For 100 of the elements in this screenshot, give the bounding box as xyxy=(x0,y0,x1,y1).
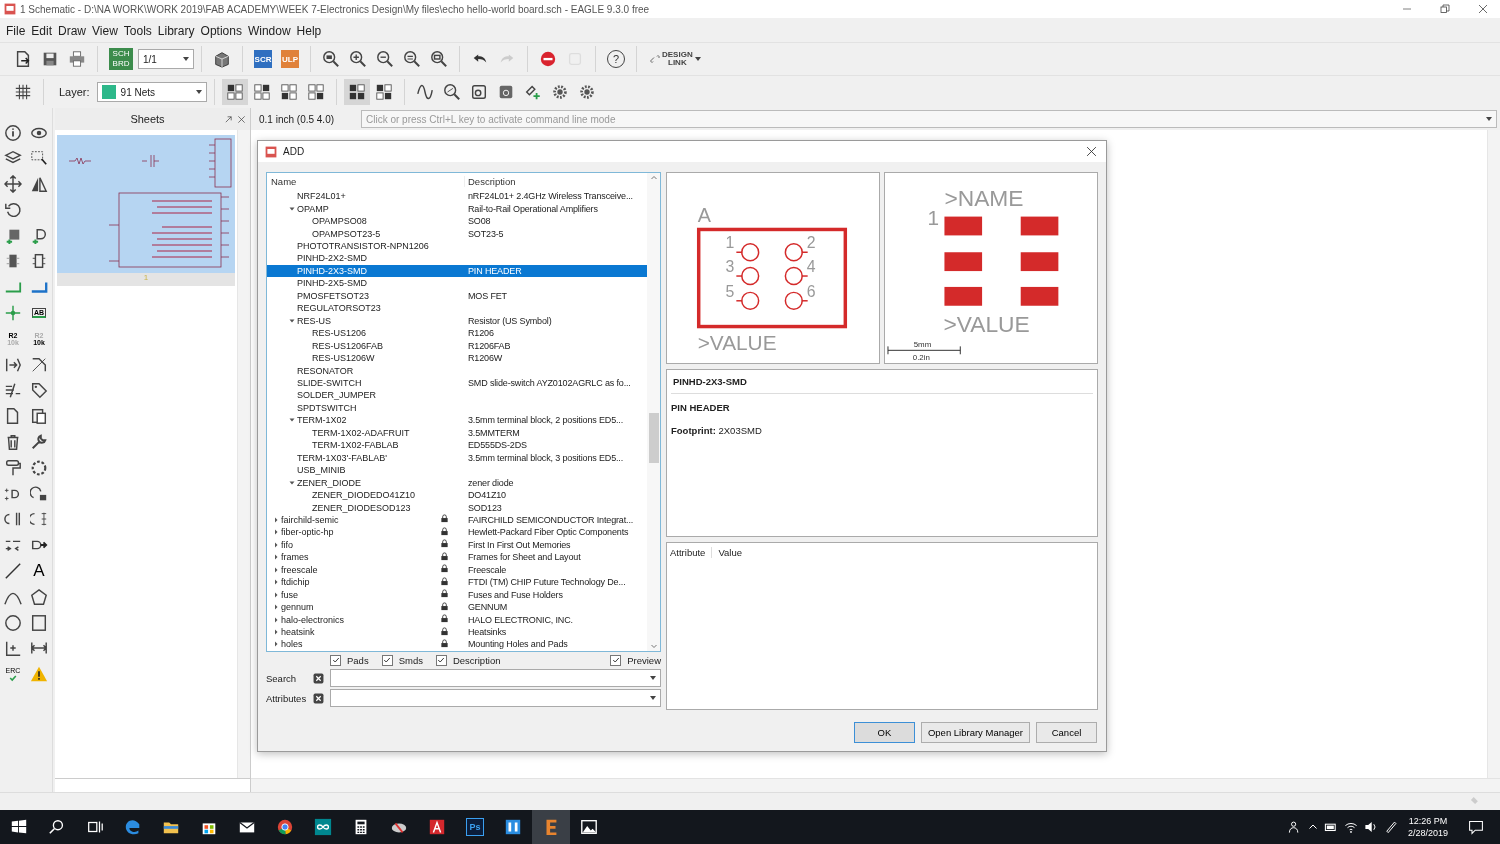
row-description: Mounting Holes and Pads xyxy=(467,639,568,650)
tree-row[interactable]: PINHD-2X5-SMD xyxy=(267,277,647,290)
tree-row[interactable]: RES-US Resistor (US Symbol) xyxy=(267,314,647,327)
row-name: frames xyxy=(281,552,309,563)
tree-row[interactable]: TERM-1X03'-FABLAB' 3.5mm terminal block, 3 positions ED5... xyxy=(267,451,647,464)
tree-row[interactable]: freescale Freescale xyxy=(267,563,647,576)
row-name: RES-US1206 xyxy=(312,328,367,339)
menu-item[interactable]: View xyxy=(89,24,121,38)
dialog-button[interactable]: OK xyxy=(853,722,915,743)
row-name: OPAMP xyxy=(297,203,329,214)
row-name: PMOSFETSOT23 xyxy=(297,290,369,301)
editor-switch-button[interactable]: SCH BRD xyxy=(109,48,133,70)
row-description: SMD slide-switch AYZ0102AGRLC as fo... xyxy=(467,377,631,388)
tree-row[interactable]: fiber-optic-hp Hewlett-Packard Fiber Optic Components xyxy=(267,526,647,539)
tree-row[interactable]: RES-US1206W R1206W xyxy=(267,351,647,365)
row-name: fifo xyxy=(281,539,293,550)
tree-row[interactable]: OPAMPSOT23-5 SOT23-5 xyxy=(267,227,647,240)
row-description: R1206FAB xyxy=(467,340,511,351)
row-description: PIN HEADER xyxy=(467,265,522,276)
device-name: PINHD-2X3-SMD xyxy=(671,374,1093,394)
device-description: PIN HEADER xyxy=(671,402,731,413)
tree-row[interactable]: ftdichip FTDI (TM) CHIP Future Technology De... xyxy=(267,576,647,589)
tree-row[interactable]: fairchild-semic FAIRCHILD SEMICONDUCTOR Integrat... xyxy=(267,513,647,527)
tree-row[interactable]: OPAMPSO08 SO08 xyxy=(267,214,647,228)
filter-checkbox[interactable]: Description xyxy=(435,654,501,666)
menu-item[interactable]: Window xyxy=(244,24,294,38)
tree-row[interactable]: RES-US1206 R1206 xyxy=(267,326,647,340)
tree-row[interactable]: TERM-1X02-FABLAB ED555DS-2DS xyxy=(267,439,647,452)
tree-row[interactable]: NRF24L01+ nRF24L01+ 2.4GHz Wireless Transceive... xyxy=(267,189,647,203)
row-name: PINHD-2X3-SMD xyxy=(297,265,367,276)
menu-item[interactable]: Help xyxy=(293,24,325,38)
gate-label: A xyxy=(697,203,711,226)
dialog-button[interactable]: Cancel xyxy=(1036,722,1097,743)
layer-select[interactable]: 91 Nets xyxy=(96,82,207,102)
script-button[interactable]: SCR xyxy=(254,50,272,68)
row-name: TERM-1X02 xyxy=(297,415,347,426)
tree-row[interactable]: halo-electronics HALO ELECTRONIC, INC. xyxy=(267,613,647,626)
row-name: ftdichip xyxy=(281,577,310,588)
tree-row[interactable]: SLIDE-SWITCH SMD slide-switch AYZ0102AGRLC as fo... xyxy=(267,376,647,390)
clock[interactable]: 12:26 PM 2/28/2019 xyxy=(1407,815,1448,839)
row-name: SPDTSWITCH xyxy=(297,402,357,413)
menu-item[interactable]: Library xyxy=(154,24,198,38)
menu-item[interactable]: Edit xyxy=(28,24,56,38)
row-name: OPAMPSO08 xyxy=(312,216,367,227)
row-name: USB_MINIB xyxy=(297,465,346,476)
row-name: REGULATORSOT23 xyxy=(297,303,381,314)
tree-row[interactable]: PINHD-2X2-SMD xyxy=(267,252,647,265)
tree-row[interactable]: ZENER_DIODEDO41Z10 DO41Z10 xyxy=(267,488,647,502)
tree-row[interactable]: RESONATOR xyxy=(267,364,647,377)
tree-row[interactable]: SOLDER_JUMPER xyxy=(267,389,647,402)
taskbar-app[interactable]: Ps xyxy=(456,810,494,844)
menu-item[interactable]: Tools xyxy=(120,24,155,38)
row-name: TERM-1X02-ADAFRUIT xyxy=(312,427,410,438)
menu-item[interactable]: Options xyxy=(197,24,245,38)
tree-row[interactable]: RES-US1206FAB R1206FAB xyxy=(267,339,647,352)
text-tool[interactable]: A xyxy=(26,558,52,584)
pin-number: 3 xyxy=(725,258,735,276)
menu-item[interactable]: Draw xyxy=(55,24,90,38)
row-name: freescale xyxy=(281,564,318,575)
row-description: Frames for Sheet and Layout xyxy=(467,552,581,563)
tree-row[interactable]: frames Frames for Sheet and Layout xyxy=(267,551,647,564)
filter-checkbox[interactable]: Smds xyxy=(381,654,423,666)
tree-row[interactable]: ZENER_DIODESOD123 SOD123 xyxy=(267,501,647,514)
column-header[interactable]: Value xyxy=(718,547,742,558)
dialog-title: ADD xyxy=(283,146,306,157)
dialog-button[interactable]: Open Library Manager xyxy=(920,722,1030,743)
field-label: Attributes xyxy=(266,692,308,704)
window-title: 1 Schematic - D:\NA WORK\WORK 2019\FAB ACADEMY\WEEK 7-Electronics Design\My files\echo hello-world board.sch - EAGLE 9.3.0 free xyxy=(20,3,651,15)
tree-row[interactable]: fuse Fuses and Fuse Holders xyxy=(267,588,647,601)
tree-row[interactable]: TERM-1X02 3.5mm terminal block, 2 positions ED5... xyxy=(267,414,647,427)
tree-row[interactable]: PINHD-2X3-SMD PIN HEADER xyxy=(267,264,647,278)
row-description: GENNUM xyxy=(467,602,508,613)
column-header[interactable]: Name xyxy=(267,175,465,187)
row-description: 3.5MMTERM xyxy=(467,427,520,438)
row-name: fairchild-semic xyxy=(281,514,339,525)
filter-checkbox[interactable]: Pads xyxy=(330,654,369,666)
tree-row[interactable]: heatsink Heatsinks xyxy=(267,625,647,639)
row-name: NRF24L01+ xyxy=(297,191,346,202)
tree-row[interactable]: REGULATORSOT23 xyxy=(267,302,647,315)
tree-row[interactable]: USB_MINIB xyxy=(267,463,647,477)
sheet-select[interactable]: 1/1 xyxy=(138,49,194,69)
menu-item[interactable]: File xyxy=(3,24,29,38)
tree-row[interactable]: ZENER_DIODE zener diode xyxy=(267,476,647,489)
tree-row[interactable]: gennum GENNUM xyxy=(267,600,647,614)
column-header[interactable]: Description xyxy=(465,175,516,187)
tree-row[interactable]: fifo First In First Out Memories xyxy=(267,538,647,552)
row-name: fuse xyxy=(281,589,298,600)
row-description: Resistor (US Symbol) xyxy=(467,315,552,326)
tree-row[interactable]: SPDTSWITCH xyxy=(267,401,647,415)
row-description: Fuses and Fuse Holders xyxy=(467,589,563,600)
value-label: >VALUE xyxy=(943,310,1030,337)
tree-row[interactable]: TERM-1X02-ADAFRUIT 3.5MMTERM xyxy=(267,426,647,439)
tree-row[interactable]: PMOSFETSOT23 MOS FET xyxy=(267,289,647,303)
filter-checkbox[interactable]: Preview xyxy=(610,654,661,666)
column-header[interactable]: Attribute xyxy=(670,547,713,558)
design-link-button[interactable]: DESIGN LINK xyxy=(644,51,707,67)
tree-row[interactable]: OPAMP Rail-to-Rail Operational Amplifiers xyxy=(267,202,647,215)
tree-row[interactable]: holes Mounting Holes and Pads xyxy=(267,638,647,651)
tree-row[interactable]: PHOTOTRANSISTOR-NPN1206 xyxy=(267,239,647,253)
row-description: Rail-to-Rail Operational Amplifiers xyxy=(467,203,598,214)
